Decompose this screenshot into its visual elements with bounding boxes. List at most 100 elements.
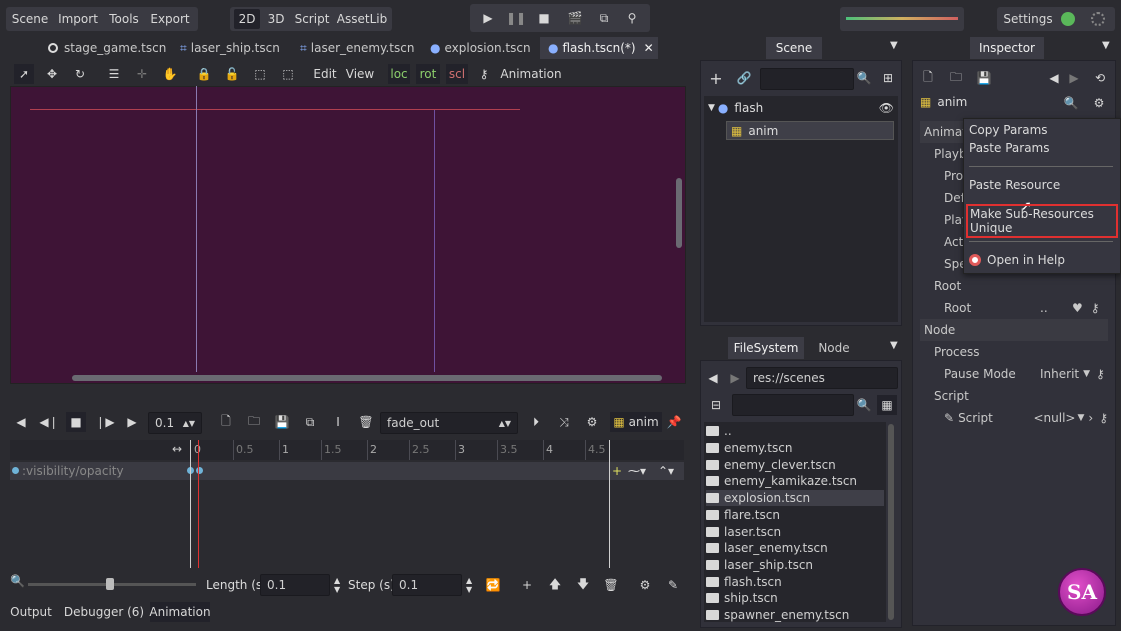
- chevron-right-icon[interactable]: ›: [1088, 411, 1093, 425]
- tab-laser-enemy[interactable]: ⌗ laser_enemy.tscn: [292, 37, 423, 59]
- move-tool-icon[interactable]: ✥: [42, 64, 62, 84]
- remote-debug-icon[interactable]: ⚲: [622, 8, 642, 28]
- timeline-ruler[interactable]: [10, 440, 684, 460]
- dropdown-icon[interactable]: ▼: [1083, 369, 1090, 379]
- play-icon[interactable]: ▶: [478, 8, 498, 28]
- file-item[interactable]: laser.tscn: [706, 524, 884, 540]
- group-root[interactable]: Root: [920, 275, 1108, 297]
- load-resource-icon[interactable]: 🗀: [946, 68, 966, 88]
- close-icon[interactable]: ✕: [644, 41, 654, 55]
- inspector-search-icon[interactable]: 🔍: [1062, 93, 1080, 113]
- prop-root[interactable]: Root.. ♥ ⚷: [920, 297, 1108, 319]
- zoom-grabber[interactable]: [106, 578, 114, 590]
- length-spin-icon[interactable]: ▲ ▼: [334, 576, 340, 594]
- group-script[interactable]: Script: [920, 385, 1108, 407]
- loop-icon[interactable]: 🔁: [484, 575, 502, 595]
- pivot-icon[interactable]: ✛: [132, 64, 152, 84]
- step-spin-icon[interactable]: ▲ ▼: [466, 576, 472, 594]
- pause-icon[interactable]: ❚❚: [506, 8, 526, 28]
- play-scene-icon[interactable]: 🎬: [565, 8, 585, 28]
- lock-icon[interactable]: 🔒: [194, 64, 214, 84]
- file-item[interactable]: flash.tscn: [706, 574, 884, 590]
- load-anim-icon[interactable]: 🗀: [244, 412, 264, 432]
- fs-scrollbar[interactable]: [888, 424, 894, 620]
- ungroup-icon[interactable]: ⬚: [278, 64, 298, 84]
- pan-tool-icon[interactable]: ✋: [160, 64, 180, 84]
- reset-key-icon[interactable]: ⚷: [1096, 367, 1105, 381]
- rot-toggle[interactable]: rot: [416, 64, 440, 84]
- rename-anim-icon[interactable]: I: [328, 412, 348, 432]
- history-icon[interactable]: ⟲: [1090, 68, 1110, 88]
- debugger-tab[interactable]: Debugger (6): [60, 602, 144, 622]
- animation-select[interactable]: fade_out ▲▼: [380, 412, 518, 434]
- tab-explosion[interactable]: ● explosion.tscn: [422, 37, 539, 59]
- remove-anim-icon[interactable]: 🗑: [356, 412, 376, 432]
- menu-make-unique[interactable]: Make Sub-Resources Unique: [966, 204, 1118, 238]
- file-item-parent[interactable]: ..: [706, 423, 884, 439]
- tree-view-icon[interactable]: ⊟: [706, 395, 726, 415]
- forward-icon[interactable]: ▶: [728, 368, 742, 388]
- prop-value[interactable]: ..: [1040, 301, 1068, 315]
- file-item[interactable]: laser_ship.tscn: [706, 557, 884, 573]
- anim-settings-icon[interactable]: ⚙: [582, 412, 602, 432]
- filesystem-tab[interactable]: FileSystem: [728, 337, 804, 359]
- select-tool-icon[interactable]: ➚: [14, 64, 34, 84]
- menu-open-help[interactable]: Open in Help: [969, 252, 1115, 268]
- stop-anim-icon[interactable]: ■: [66, 412, 86, 432]
- duplicate-anim-icon[interactable]: ⧉: [300, 412, 320, 432]
- file-item[interactable]: enemy_kamikaze.tscn: [706, 473, 884, 489]
- step-spinbox[interactable]: 0.1 ▲▼: [148, 412, 202, 434]
- viewport-2d[interactable]: [10, 86, 686, 384]
- menu-export[interactable]: Export: [148, 9, 192, 29]
- pin-icon[interactable]: 📌: [666, 412, 682, 432]
- key-icon[interactable]: ⚷: [474, 64, 494, 84]
- node-tab[interactable]: Node: [810, 337, 858, 359]
- history-back-icon[interactable]: ◀: [1046, 68, 1062, 88]
- autoplay-icon[interactable]: ⏵: [526, 412, 546, 432]
- fs-search-icon[interactable]: 🔍: [854, 395, 874, 415]
- menu-scene[interactable]: Scene: [10, 9, 50, 29]
- grid-view-icon[interactable]: ▦: [877, 395, 897, 415]
- tree-node-anim[interactable]: ▦ anim: [726, 121, 894, 140]
- file-item[interactable]: flare.tscn: [706, 507, 884, 523]
- add-key-icon[interactable]: +: [612, 464, 622, 478]
- add-track-icon[interactable]: +: [518, 575, 536, 595]
- play-custom-scene-icon[interactable]: ⧉: [594, 8, 614, 28]
- dropdown-icon[interactable]: ▼: [1077, 413, 1084, 423]
- file-item[interactable]: enemy_clever.tscn: [706, 457, 884, 473]
- inspector-menu-icon[interactable]: ▼: [1102, 40, 1110, 51]
- heart-icon[interactable]: ♥: [1072, 301, 1083, 315]
- tab-flash[interactable]: ● flash.tscn(*) ✕: [540, 37, 658, 59]
- scene-dock-menu-icon[interactable]: ▼: [890, 40, 898, 51]
- file-item[interactable]: enemy.tscn: [706, 440, 884, 456]
- scene-search-icon[interactable]: 🔍: [854, 68, 874, 88]
- group-icon[interactable]: ⬚: [250, 64, 270, 84]
- menu-paste-resource[interactable]: Paste Resource: [969, 178, 1115, 194]
- playhead[interactable]: [198, 440, 199, 568]
- inspector-object[interactable]: ▦ anim: [920, 95, 967, 109]
- reset-key-icon[interactable]: ⚷: [1099, 411, 1108, 425]
- viewport-vscroll[interactable]: [676, 178, 682, 248]
- move-up-icon[interactable]: 🡅: [546, 575, 564, 595]
- step-input[interactable]: 0.1: [392, 574, 462, 596]
- file-item[interactable]: spawner_enemy.tscn: [706, 607, 884, 623]
- animation-tab[interactable]: Animation: [149, 602, 211, 622]
- prop-pause-mode[interactable]: Pause Mode Inherit ▼ ⚷: [920, 363, 1108, 385]
- anim-node-button[interactable]: ▦ anim: [610, 412, 662, 432]
- menu-tools[interactable]: Tools: [106, 9, 142, 29]
- scl-toggle[interactable]: scl: [446, 64, 468, 84]
- blend-icon[interactable]: ⤨: [554, 412, 574, 432]
- stop-icon[interactable]: ■: [534, 8, 554, 28]
- file-item-selected[interactable]: explosion.tscn: [706, 490, 884, 506]
- save-resource-icon[interactable]: 💾: [974, 68, 994, 88]
- optimize-icon[interactable]: ✎: [664, 575, 682, 595]
- move-down-icon[interactable]: 🡇: [574, 575, 592, 595]
- back-icon[interactable]: ◀: [706, 368, 720, 388]
- file-item[interactable]: ship.tscn: [706, 590, 884, 606]
- attach-script-icon[interactable]: ⊞: [878, 68, 898, 88]
- inspector-settings-icon[interactable]: ⚙: [1090, 93, 1108, 113]
- go-start-icon[interactable]: ◀: [12, 412, 30, 432]
- collapse-icon[interactable]: ▼: [708, 103, 715, 113]
- new-resource-icon[interactable]: 🗋: [918, 68, 938, 88]
- reset-key-icon[interactable]: ⚷: [1091, 301, 1100, 315]
